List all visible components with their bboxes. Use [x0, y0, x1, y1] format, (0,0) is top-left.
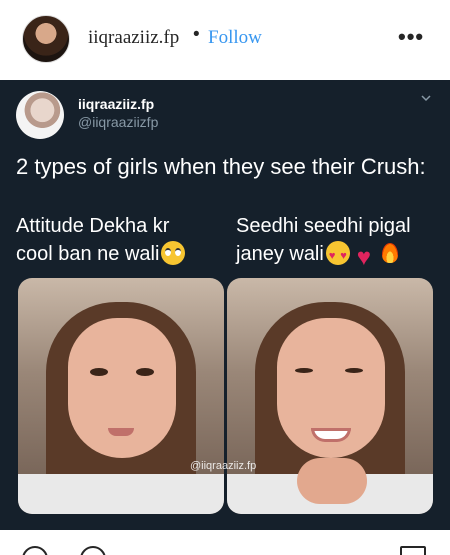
fire-icon — [378, 241, 402, 265]
separator-dot: • — [193, 24, 200, 45]
chevron-down-icon — [421, 95, 431, 102]
tweet-image: iiqraaziiz.fp @iiqraaziizfp 2 types of g… — [0, 80, 450, 530]
tweet-display-name: iiqraaziiz.fp — [78, 96, 155, 112]
right-photo — [227, 278, 433, 514]
bookmark-icon[interactable] — [400, 546, 426, 555]
right-caption: Seedhi seedhi pigal janey wali ♥ — [236, 212, 411, 270]
username-link[interactable]: iiqraaziiz.fp — [88, 27, 179, 49]
heart-eyes-icon — [325, 241, 350, 270]
right-caption-line-1: Seedhi seedhi pigal — [236, 215, 411, 237]
post-actions — [0, 530, 450, 555]
follow-button[interactable]: Follow — [208, 27, 262, 49]
left-caption-line-2: cool ban ne wali — [16, 243, 160, 265]
more-options-icon[interactable]: ••• — [398, 24, 424, 50]
right-caption-line-2: janey wali — [236, 243, 324, 265]
watermark-text: @iiqraaziiz.fp — [190, 460, 257, 472]
tweet-handle: @iiqraaziizfp — [78, 114, 159, 130]
tweet-text: 2 types of girls when they see their Cru… — [16, 154, 426, 179]
heart-icon: ♥ — [356, 244, 371, 271]
face-rolling-eyes-icon — [161, 241, 186, 265]
post-header: iiqraaziiz.fp • Follow ••• — [0, 0, 450, 80]
left-caption: Attitude Dekha kr cool ban ne wali — [16, 212, 186, 268]
comment-icon[interactable] — [80, 546, 106, 555]
left-caption-line-1: Attitude Dekha kr — [16, 215, 170, 237]
tweet-avatar — [16, 91, 64, 139]
heart-icon[interactable] — [22, 546, 48, 555]
left-photo — [18, 278, 224, 514]
avatar[interactable] — [22, 15, 70, 63]
